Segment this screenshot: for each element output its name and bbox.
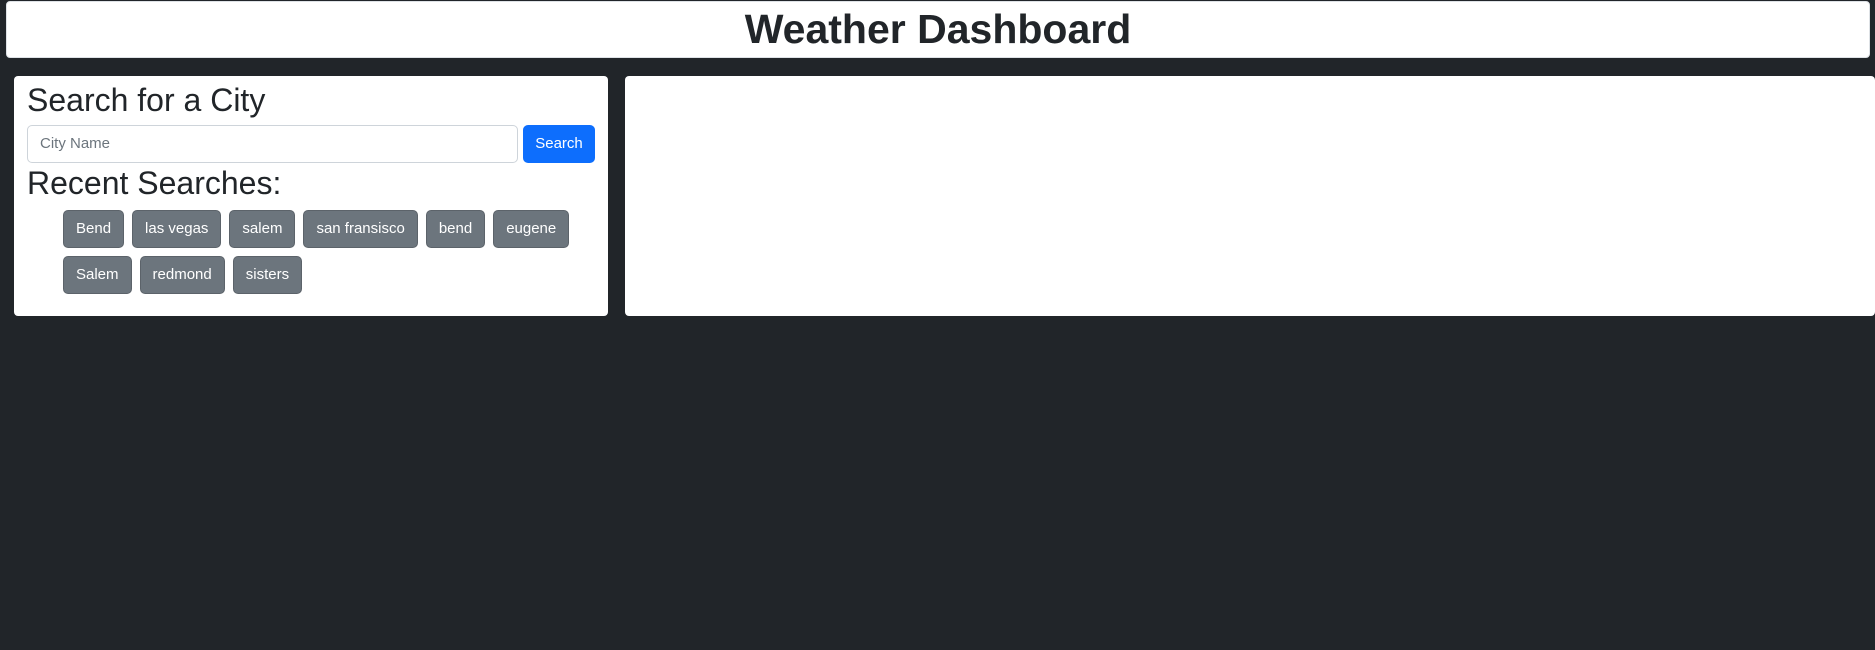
list-item: las vegas — [132, 209, 222, 248]
recent-search-button[interactable]: Bend — [63, 209, 125, 248]
recent-search-button[interactable]: eugene — [493, 209, 570, 248]
recent-search-button[interactable]: redmond — [139, 255, 225, 294]
search-panel: Search for a City Search Recent Searches… — [14, 76, 608, 316]
list-item: Bend — [63, 209, 125, 248]
search-title: Search for a City — [27, 82, 266, 118]
list-item: eugene — [493, 209, 570, 248]
list-item: sisters — [232, 255, 303, 294]
list-item: Salem — [63, 255, 132, 294]
recent-search-button[interactable]: bend — [425, 209, 486, 248]
recent-search-button[interactable]: salem — [229, 209, 296, 248]
recent-search-button[interactable]: las vegas — [132, 209, 222, 248]
list-item: redmond — [139, 255, 225, 294]
search-row: Search — [27, 124, 595, 163]
recent-searches-title: Recent Searches: — [27, 164, 282, 201]
page-title: Weather Dashboard — [744, 6, 1132, 52]
list-item: san fransisco — [303, 209, 418, 248]
recent-search-button[interactable]: Salem — [63, 255, 132, 294]
recent-search-button[interactable]: sisters — [232, 255, 303, 294]
list-item: salem — [229, 209, 296, 248]
search-button[interactable]: Search — [523, 124, 595, 163]
recent-search-button[interactable]: san fransisco — [303, 209, 418, 248]
weather-results-panel — [625, 76, 1875, 316]
page-header: Weather Dashboard — [6, 1, 1870, 58]
city-search-input[interactable] — [27, 124, 518, 163]
recent-searches-list: Bend las vegas salem san fransisco bend … — [27, 209, 587, 294]
list-item: bend — [425, 209, 486, 248]
